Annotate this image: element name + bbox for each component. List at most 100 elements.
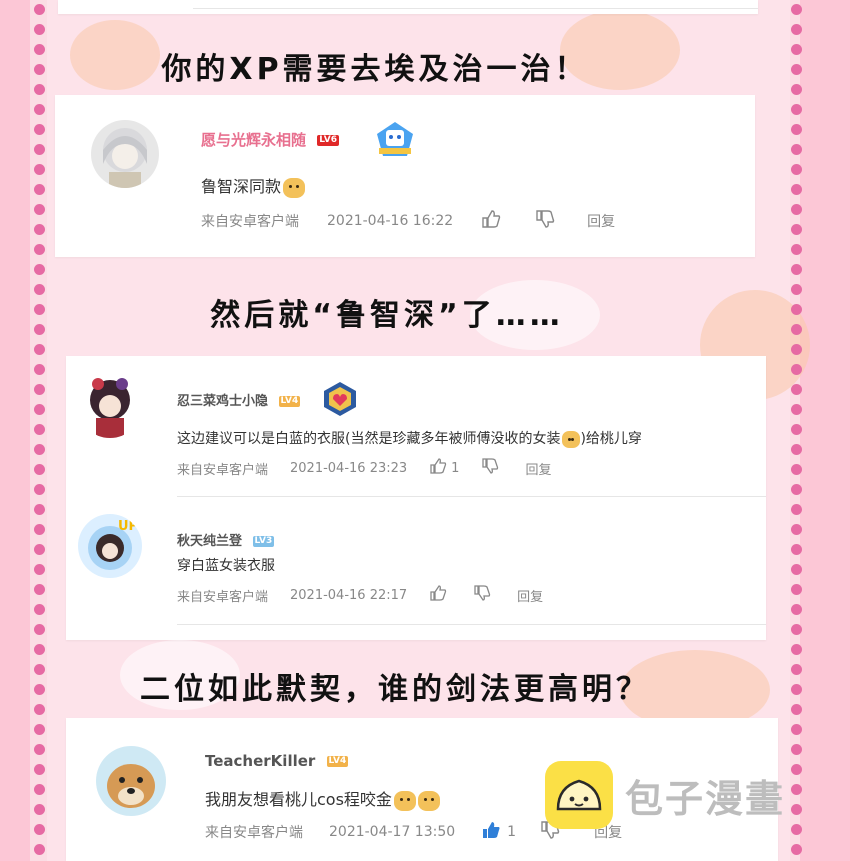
border-dot (34, 484, 45, 495)
client-source: 来自安卓客户端 (177, 589, 269, 605)
like-button[interactable] (429, 458, 447, 478)
username-text[interactable]: 愿与光辉永相随 (201, 131, 306, 149)
border-dot (791, 504, 802, 515)
border-dot (34, 264, 45, 275)
bun-logo-icon (545, 761, 613, 829)
border-dot (34, 544, 45, 555)
border-dot (34, 404, 45, 415)
avatar[interactable] (91, 120, 159, 188)
comment-text: 穿白蓝女装衣服 (177, 555, 275, 575)
border-dot (34, 424, 45, 435)
thumbs-up-icon (430, 458, 447, 474)
reply-button[interactable]: 回复 (517, 586, 543, 605)
username[interactable]: 忍三菜鸡士小隐 LV4 (177, 390, 301, 409)
thumbs-up-filled-icon (483, 822, 500, 838)
border-dot (34, 384, 45, 395)
border-dot (34, 524, 45, 535)
border-dot (791, 24, 802, 35)
comment-card-previous (58, 0, 758, 14)
border-dot (34, 144, 45, 155)
reply-button[interactable]: 回复 (525, 459, 551, 478)
comment-text-body: 我朋友想看桃儿cos程咬金 (205, 790, 392, 809)
border-dot (791, 404, 802, 415)
level-badge: LV3 (252, 536, 275, 547)
avatar[interactable]: UP (78, 514, 142, 578)
border-dot (791, 564, 802, 575)
comment-text: 鲁智深同款 (201, 173, 306, 198)
border-dot (791, 524, 802, 535)
timestamp: 2021-04-17 13:50 (329, 824, 456, 840)
dislike-button[interactable] (473, 585, 491, 605)
border-dot (791, 644, 802, 655)
comment-card: 忍三菜鸡士小隐 LV4 这边建议可以是白蓝的衣服(当然是珍藏多年被师傅没收的女装… (66, 356, 766, 640)
border-dot (34, 564, 45, 575)
timestamp: 2021-04-16 22:17 (290, 587, 408, 603)
border-dot (34, 724, 45, 735)
avatar[interactable] (78, 374, 142, 438)
border-dot (34, 844, 45, 855)
border-dot (791, 844, 802, 855)
dislike-button[interactable] (535, 210, 555, 232)
divider (177, 624, 766, 625)
divider (193, 8, 758, 9)
like-button[interactable] (481, 210, 501, 232)
doge-emoji-icon (283, 177, 306, 198)
client-source: 来自安卓客户端 (205, 825, 303, 841)
medal-badge-icon (373, 120, 417, 162)
avatar[interactable] (96, 746, 166, 816)
dotted-border-left (34, 4, 46, 861)
watermark-text: 包子漫畫 (625, 776, 786, 821)
border-dot (34, 764, 45, 775)
like-count: 1 (451, 460, 460, 476)
border-dot (34, 24, 45, 35)
doge-emoji-icon (417, 790, 440, 811)
username[interactable]: TeacherKiller LV4 (205, 752, 349, 770)
border-dot (791, 544, 802, 555)
border-dot (791, 104, 802, 115)
border-dot (791, 424, 802, 435)
username-text[interactable]: 忍三菜鸡士小隐 (177, 394, 268, 409)
border-dot (34, 4, 45, 15)
timestamp: 2021-04-16 16:22 (327, 213, 454, 229)
reply-button[interactable]: 回复 (587, 211, 615, 231)
border-dot (34, 804, 45, 815)
like-button[interactable] (481, 821, 501, 843)
timestamp: 2021-04-16 23:23 (290, 460, 408, 476)
caption-2: 然后就“鲁智深”了…… (210, 298, 564, 333)
username-text[interactable]: TeacherKiller (205, 752, 315, 770)
client-source: 来自安卓客户端 (177, 462, 269, 478)
thumbs-down-icon (482, 458, 499, 474)
divider (177, 496, 766, 497)
border-dot (791, 224, 802, 235)
border-dot (791, 464, 802, 475)
comment-text-body: 穿白蓝女装衣服 (177, 558, 275, 574)
border-dot (34, 584, 45, 595)
border-dot (34, 124, 45, 135)
doge-emoji-icon (393, 790, 416, 811)
dislike-button[interactable] (481, 458, 499, 478)
level-badge: LV4 (278, 396, 301, 407)
username[interactable]: 愿与光辉永相随 LV6 (201, 129, 339, 150)
comment-meta: 来自安卓客户端 2021-04-16 22:17 回复 (177, 585, 543, 605)
comment-card: 愿与光辉永相随 LV6 鲁智深同款 来自安卓客户端 2021-04-16 16:… (55, 95, 755, 257)
dotted-border-right (791, 4, 803, 861)
border-dot (34, 164, 45, 175)
border-dot (791, 124, 802, 135)
border-dot (34, 364, 45, 375)
username[interactable]: 秋天纯兰登 LV3 (177, 530, 275, 549)
comment-text-body: 鲁智深同款 (201, 177, 282, 196)
thumbs-up-icon (482, 210, 501, 228)
comment-text-body: 这边建议可以是白蓝的衣服(当然是珍藏多年被师傅没收的女装 (177, 431, 561, 447)
left-border (0, 0, 30, 861)
thumbs-up-icon (430, 585, 447, 601)
border-dot (791, 444, 802, 455)
border-dot (791, 604, 802, 615)
border-dot (791, 164, 802, 175)
username-text[interactable]: 秋天纯兰登 (177, 534, 242, 549)
border-dot (791, 244, 802, 255)
border-dot (791, 744, 802, 755)
border-dot (791, 624, 802, 635)
like-button[interactable] (429, 585, 447, 605)
border-dot (791, 364, 802, 375)
client-source: 来自安卓客户端 (201, 214, 299, 230)
